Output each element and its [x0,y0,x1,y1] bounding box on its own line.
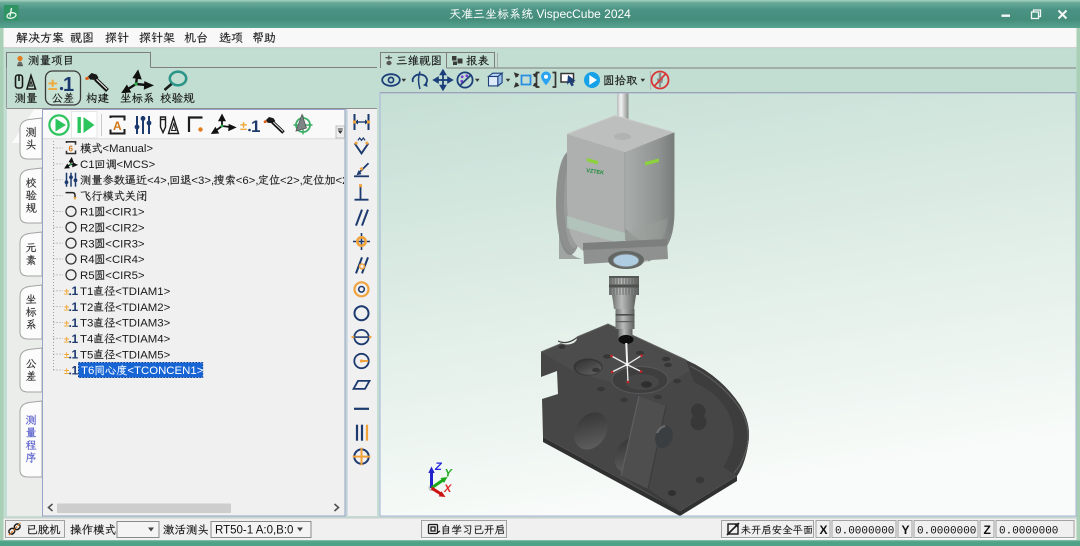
svg-text:0.0000000: 0.0000000 [999,526,1058,538]
svg-text:R3: R3 [80,238,95,250]
svg-text:±: ± [64,318,69,329]
svg-text:6: 6 [69,145,74,154]
svg-text:<2>,: <2>, [280,175,303,187]
svg-text:R4: R4 [80,254,95,266]
svg-text:1: 1 [251,117,260,136]
svg-text:<CIR3>: <CIR3> [105,238,145,250]
svg-text:±: ± [64,287,69,298]
svg-text:±: ± [240,118,247,133]
svg-text:<Manual>: <Manual> [102,143,153,155]
svg-text:R2: R2 [80,223,95,235]
svg-text:VispecCube 2024: VispecCube 2024 [533,7,631,21]
svg-text:R1: R1 [80,207,95,219]
svg-text:<TDIAM2>: <TDIAM2> [115,302,170,314]
svg-text:A: A [113,119,122,133]
svg-text:Z: Z [984,523,991,537]
svg-text:1: 1 [72,284,79,298]
svg-text:1: 1 [72,300,79,314]
svg-text:Y: Y [902,523,910,537]
svg-text:RT50-1 A:0,B:0: RT50-1 A:0,B:0 [215,524,293,536]
svg-text:<CIR1>: <CIR1> [105,207,145,219]
svg-text:<TDIAM3>: <TDIAM3> [115,318,170,330]
svg-text:C1: C1 [80,159,95,171]
svg-text:1: 1 [72,316,79,330]
svg-text:±: ± [64,334,69,345]
svg-text:Z: Z [434,461,443,473]
svg-text:1: 1 [63,74,74,96]
svg-text:<MCS>: <MCS> [117,159,156,171]
svg-text:0.0000000: 0.0000000 [917,526,976,538]
svg-text:<4>,: <4>, [147,175,170,187]
svg-text:0.0000000: 0.0000000 [835,526,894,538]
svg-text:<CIR5>: <CIR5> [105,270,145,282]
svg-text:<TDIAM4>: <TDIAM4> [115,334,170,346]
svg-text:<3>,: <3>, [191,175,214,187]
svg-text:T3: T3 [80,318,93,330]
svg-text:T2: T2 [80,302,93,314]
svg-text:±: ± [64,366,69,377]
svg-text:<TCONCEN1>: <TCONCEN1> [127,365,203,377]
svg-text:X: X [443,483,452,495]
svg-text:±: ± [64,350,69,361]
svg-text:1: 1 [72,364,79,378]
svg-text:T4: T4 [80,334,93,346]
svg-text:±: ± [64,303,69,314]
svg-text:<6>,: <6>, [236,175,259,187]
svg-text:<TDIAM5>: <TDIAM5> [115,349,170,361]
svg-text:<CIR4>: <CIR4> [105,254,145,266]
svg-text:1: 1 [72,332,79,346]
svg-text:T1: T1 [80,286,93,298]
svg-text:X: X [820,523,828,537]
svg-text:T5: T5 [80,349,93,361]
svg-text:<TDIAM1>: <TDIAM1> [115,286,170,298]
svg-text:<CIR2>: <CIR2> [105,223,145,235]
svg-text:T6: T6 [81,365,94,377]
svg-text:±: ± [48,75,57,94]
svg-text:1: 1 [72,348,79,362]
svg-text:R5: R5 [80,270,95,282]
